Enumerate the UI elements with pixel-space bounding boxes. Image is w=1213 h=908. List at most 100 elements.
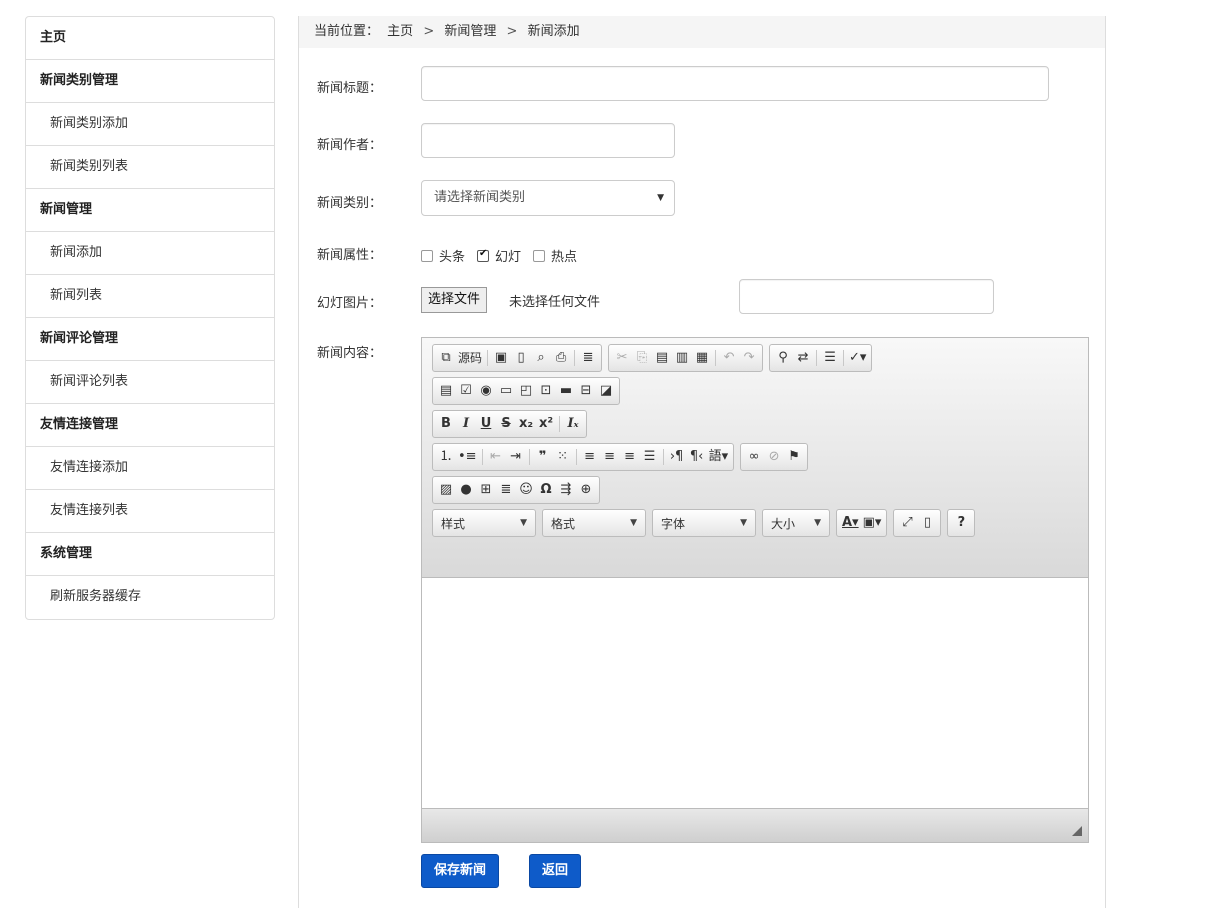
link-icon[interactable]: ∞ [744, 446, 764, 468]
editor-content-area[interactable] [422, 578, 1088, 808]
spellcheck-icon[interactable]: ✓▾ [847, 347, 868, 369]
horizontal-rule-icon[interactable]: ≣ [496, 479, 516, 501]
paste-word-icon[interactable]: ▦ [692, 347, 712, 369]
redo-icon[interactable]: ↷ [739, 347, 759, 369]
sidebar-item-link-list[interactable]: 友情连接列表 [26, 490, 274, 533]
numbered-list-icon[interactable]: ⒈ [436, 446, 456, 468]
title-input[interactable] [421, 66, 1049, 101]
font-combo-label: 字体 [661, 516, 686, 531]
select-field-icon[interactable]: ⊡ [536, 380, 556, 402]
save-icon[interactable]: ▣ [491, 347, 511, 369]
attr-hot[interactable]: 热点 [533, 246, 577, 265]
select-all-icon[interactable]: ☰ [820, 347, 840, 369]
italic-icon[interactable]: I [456, 413, 476, 435]
maximize-icon[interactable]: ⤢ [897, 512, 917, 534]
bold-icon[interactable]: B [436, 413, 456, 435]
sidebar-item-news-add[interactable]: 新闻添加 [26, 232, 274, 275]
image-icon[interactable]: ▨ [436, 479, 456, 501]
button-field-icon[interactable]: ▬ [556, 380, 576, 402]
form-icon[interactable]: ▤ [436, 380, 456, 402]
new-page-icon[interactable]: ▯ [511, 347, 531, 369]
breadcrumb-item-home[interactable]: 主页 [387, 24, 413, 39]
styles-combo[interactable]: 样式 ▼ [432, 509, 536, 537]
anchor-flag-icon[interactable]: ⚑ [784, 446, 804, 468]
show-blocks-icon[interactable]: ▯ [917, 512, 937, 534]
source-icon[interactable]: ⧉ [436, 347, 456, 369]
subscript-icon[interactable]: x₂ [516, 413, 536, 435]
source-button-label[interactable]: 源码 [456, 347, 484, 369]
indent-icon[interactable]: ⇥ [506, 446, 526, 468]
text-color-icon[interactable]: A▾ [840, 512, 861, 534]
templates-icon[interactable]: ≣ [578, 347, 598, 369]
sidebar-item-link-add[interactable]: 友情连接添加 [26, 447, 274, 490]
image-path-input[interactable] [739, 279, 994, 314]
ltr-icon[interactable]: ›¶ [667, 446, 687, 468]
category-select[interactable]: 请选择新闻类别 ▼ [421, 180, 675, 216]
flash-icon[interactable]: ● [456, 479, 476, 501]
size-combo[interactable]: 大小 ▼ [762, 509, 830, 537]
strikethrough-icon[interactable]: S [496, 413, 516, 435]
sidebar-item-home[interactable]: 主页 [26, 17, 274, 60]
align-right-icon[interactable]: ≡ [620, 446, 640, 468]
superscript-icon[interactable]: x² [536, 413, 556, 435]
sidebar-item-refresh-cache[interactable]: 刷新服务器缓存 [26, 576, 274, 619]
attr-slideshow[interactable]: 幻灯 [477, 246, 521, 265]
sidebar-item-news-manage[interactable]: 新闻管理 [26, 189, 274, 232]
undo-icon[interactable]: ↶ [719, 347, 739, 369]
sidebar-item-comment-manage[interactable]: 新闻评论管理 [26, 318, 274, 361]
sidebar-item-category-manage[interactable]: 新闻类别管理 [26, 60, 274, 103]
sidebar-item-system-manage[interactable]: 系统管理 [26, 533, 274, 576]
title-label: 新闻标题： [317, 81, 383, 96]
unlink-icon[interactable]: ⊘ [764, 446, 784, 468]
preview-icon[interactable]: ⌕ [531, 347, 551, 369]
find-icon[interactable]: ⚲ [773, 347, 793, 369]
attr-headline[interactable]: 头条 [421, 246, 465, 265]
align-justify-icon[interactable]: ☰ [640, 446, 660, 468]
sidebar-item-news-list[interactable]: 新闻列表 [26, 275, 274, 318]
textarea-icon[interactable]: ◰ [516, 380, 536, 402]
iframe-icon[interactable]: ⊕ [576, 479, 596, 501]
blockquote-icon[interactable]: ❞ [533, 446, 553, 468]
checkbox-icon[interactable]: ☑ [456, 380, 476, 402]
bulleted-list-icon[interactable]: •≡ [456, 446, 479, 468]
special-char-icon[interactable]: Ω [536, 479, 556, 501]
sidebar-item-comment-list[interactable]: 新闻评论列表 [26, 361, 274, 404]
align-left-icon[interactable]: ≡ [580, 446, 600, 468]
breadcrumb-item-news-manage[interactable]: 新闻管理 [444, 24, 496, 39]
outdent-icon[interactable]: ⇤ [486, 446, 506, 468]
author-input[interactable] [421, 123, 675, 158]
format-combo[interactable]: 格式 ▼ [542, 509, 646, 537]
bg-color-icon[interactable]: ▣▾ [861, 512, 884, 534]
underline-icon[interactable]: U [476, 413, 496, 435]
font-combo[interactable]: 字体 ▼ [652, 509, 756, 537]
resize-handle-icon[interactable] [1072, 826, 1082, 836]
paste-text-icon[interactable]: ▥ [672, 347, 692, 369]
choose-file-button[interactable]: 选择文件 [421, 287, 488, 313]
hidden-field-icon[interactable]: ◪ [596, 380, 616, 402]
copy-icon[interactable]: ⎘ [632, 347, 652, 369]
help-button[interactable]: ? [951, 512, 971, 534]
smiley-icon[interactable]: ☺ [516, 479, 536, 501]
hot-checkbox[interactable] [533, 249, 546, 262]
text-field-icon[interactable]: ▭ [496, 380, 516, 402]
slideshow-checkbox[interactable] [477, 248, 490, 262]
page-break-icon[interactable]: ⇶ [556, 479, 576, 501]
sidebar-item-link-manage[interactable]: 友情连接管理 [26, 404, 274, 447]
div-container-icon[interactable]: ⁙ [553, 446, 573, 468]
radio-icon[interactable]: ◉ [476, 380, 496, 402]
cut-icon[interactable]: ✂ [612, 347, 632, 369]
image-button-icon[interactable]: ⊟ [576, 380, 596, 402]
paste-icon[interactable]: ▤ [652, 347, 672, 369]
headline-checkbox[interactable] [421, 249, 433, 262]
align-center-icon[interactable]: ≡ [600, 446, 620, 468]
remove-format-icon[interactable]: Iₓ [563, 413, 583, 435]
back-button[interactable]: 返回 [529, 854, 582, 888]
replace-icon[interactable]: ⇄ [793, 347, 813, 369]
print-icon[interactable]: ⎙ [551, 347, 571, 369]
table-icon[interactable]: ⊞ [476, 479, 496, 501]
sidebar-item-category-list[interactable]: 新闻类别列表 [26, 146, 274, 189]
language-icon[interactable]: 語▾ [707, 446, 731, 468]
rtl-icon[interactable]: ¶‹ [687, 446, 707, 468]
sidebar-item-category-add[interactable]: 新闻类别添加 [26, 103, 274, 146]
save-news-button[interactable]: 保存新闻 [421, 854, 500, 888]
